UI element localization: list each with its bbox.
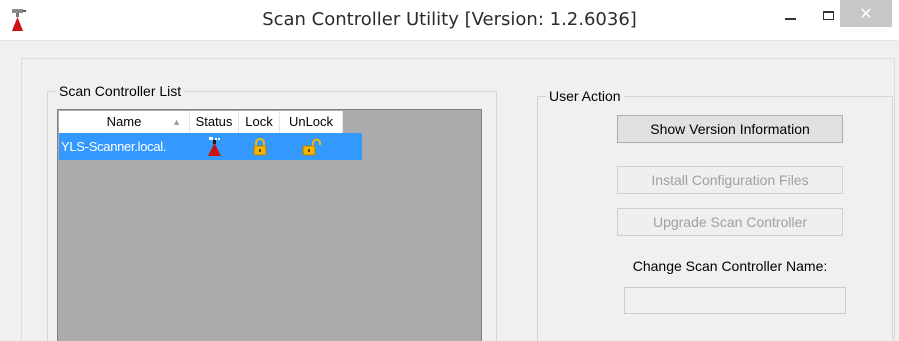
status-cell	[190, 133, 239, 160]
column-header-lock-label: Lock	[245, 114, 273, 129]
window-title: Scan Controller Utility [Version: 1.2.60…	[262, 9, 637, 30]
sort-ascending-icon: ▲	[172, 117, 181, 127]
user-action-legend: User Action	[546, 88, 624, 104]
scan-controller-list-legend: Scan Controller List	[56, 83, 185, 99]
controller-name-input[interactable]	[624, 287, 846, 314]
maximize-icon	[822, 10, 834, 20]
scan-controller-listview[interactable]: Name ▲ Status Lock UnLock YLS-Scanner.lo…	[57, 109, 482, 341]
main-window: Scan Controller Utility [Version: 1.2.60…	[0, 0, 899, 341]
lock-cell[interactable]	[239, 133, 280, 160]
close-icon: ✕	[859, 3, 873, 23]
close-button[interactable]: ✕	[840, 0, 892, 27]
minimize-icon	[784, 18, 796, 20]
unlock-cell[interactable]	[280, 133, 343, 160]
change-name-label: Change Scan Controller Name:	[632, 258, 828, 274]
list-item[interactable]: YLS-Scanner.local.	[59, 133, 362, 160]
show-version-button[interactable]: Show Version Information	[617, 115, 843, 143]
minimize-button[interactable]	[770, 0, 810, 30]
lock-open-icon	[302, 138, 321, 155]
install-config-button[interactable]: Install Configuration Files	[617, 166, 843, 194]
listview-header: Name ▲ Status Lock UnLock	[59, 111, 343, 133]
column-header-status-label: Status	[195, 114, 233, 129]
column-header-lock[interactable]: Lock	[239, 111, 280, 133]
title-bar: Scan Controller Utility [Version: 1.2.60…	[0, 0, 899, 41]
column-header-name[interactable]: Name ▲	[59, 111, 190, 133]
upgrade-controller-button[interactable]: Upgrade Scan Controller	[617, 208, 843, 236]
column-header-unlock-label: UnLock	[288, 114, 334, 129]
lock-closed-icon	[253, 137, 266, 155]
scanner-name-cell: YLS-Scanner.local.	[61, 139, 167, 154]
column-header-status[interactable]: Status	[190, 111, 239, 133]
scanner-icon	[207, 136, 221, 156]
column-header-name-label: Name	[106, 114, 142, 129]
column-header-unlock[interactable]: UnLock	[280, 111, 343, 133]
